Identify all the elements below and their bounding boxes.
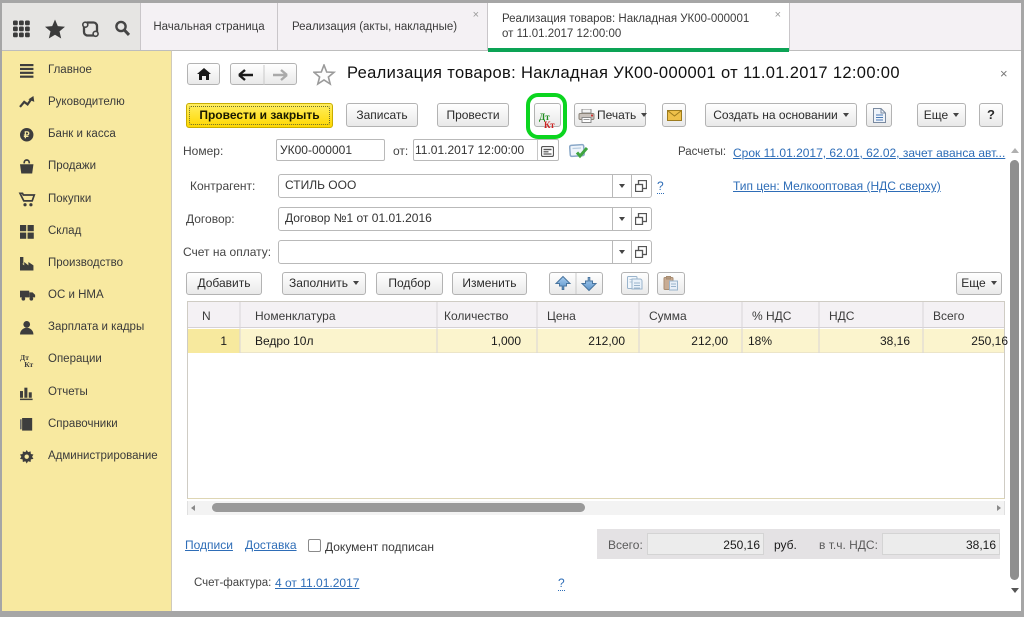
svg-text:₽: ₽ xyxy=(24,130,30,140)
svg-text:Кт: Кт xyxy=(24,360,33,369)
